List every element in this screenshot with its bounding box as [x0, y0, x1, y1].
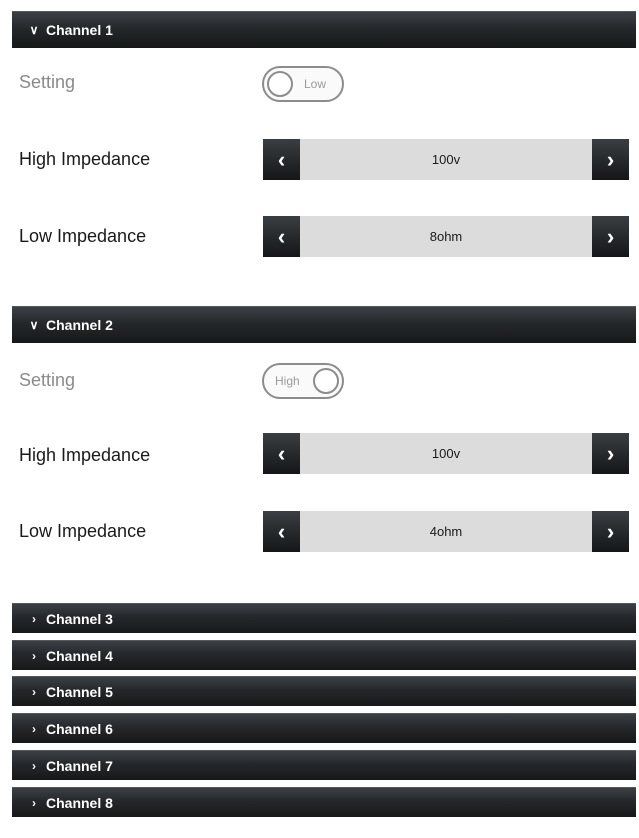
chevron-right-icon: ›: [606, 223, 615, 249]
high-impedance-stepper: ‹ 100v ›: [263, 139, 629, 180]
high-impedance-value: 100v: [431, 446, 461, 461]
chevron-right-icon: ›: [606, 146, 615, 172]
toggle-knob: [313, 368, 339, 394]
chevron-right-icon: ›: [32, 795, 36, 810]
channel-2-header[interactable]: ∨ Channel 2: [12, 306, 636, 343]
low-impedance-label: Low Impedance: [19, 226, 147, 246]
channel-title: Channel 2: [46, 317, 113, 333]
channel-title: Channel 5: [46, 683, 113, 700]
prev-button[interactable]: ‹: [263, 433, 300, 474]
chevron-down-icon: ∨: [29, 23, 39, 37]
channel-title: Channel 6: [46, 720, 113, 737]
low-impedance-stepper: ‹ 4ohm ›: [263, 511, 629, 552]
prev-button[interactable]: ‹: [263, 139, 300, 180]
channel-1-header[interactable]: ∨ Channel 1: [12, 11, 636, 48]
prev-button[interactable]: ‹: [263, 511, 300, 552]
chevron-right-icon: ›: [32, 758, 36, 773]
setting-toggle[interactable]: Low: [262, 66, 344, 102]
low-impedance-value: 4ohm: [429, 524, 463, 539]
channel-title: Channel 4: [46, 647, 113, 664]
chevron-left-icon: ‹: [277, 440, 286, 466]
chevron-left-icon: ‹: [277, 518, 286, 544]
chevron-right-icon: ›: [32, 648, 36, 663]
high-impedance-stepper: ‹ 100v ›: [263, 433, 629, 474]
prev-button[interactable]: ‹: [263, 216, 300, 257]
channel-4-header[interactable]: › Channel 4: [12, 640, 636, 670]
high-impedance-label: High Impedance: [19, 149, 151, 169]
channel-8-header[interactable]: › Channel 8: [12, 787, 636, 817]
chevron-right-icon: ›: [606, 440, 615, 466]
setting-label: Setting: [19, 370, 76, 390]
channel-3-header[interactable]: › Channel 3: [12, 603, 636, 633]
channel-6-header[interactable]: › Channel 6: [12, 713, 636, 743]
high-impedance-label: High Impedance: [19, 445, 151, 465]
toggle-text: Low: [304, 77, 327, 91]
high-impedance-value: 100v: [431, 152, 461, 167]
chevron-down-icon: ∨: [29, 318, 39, 332]
channel-7-header[interactable]: › Channel 7: [12, 750, 636, 780]
channel-title: Channel 7: [46, 757, 113, 774]
chevron-right-icon: ›: [32, 684, 36, 699]
toggle-text: High: [275, 374, 300, 388]
next-button[interactable]: ›: [592, 511, 629, 552]
toggle-knob: [267, 71, 293, 97]
chevron-right-icon: ›: [606, 518, 615, 544]
channel-title: Channel 3: [46, 610, 113, 627]
low-impedance-label: Low Impedance: [19, 521, 147, 541]
chevron-right-icon: ›: [32, 611, 36, 626]
low-impedance-stepper: ‹ 8ohm ›: [263, 216, 629, 257]
chevron-right-icon: ›: [32, 721, 36, 736]
low-impedance-value: 8ohm: [429, 229, 463, 244]
next-button[interactable]: ›: [592, 433, 629, 474]
next-button[interactable]: ›: [592, 216, 629, 257]
channel-5-header[interactable]: › Channel 5: [12, 676, 636, 706]
setting-toggle[interactable]: High: [262, 363, 344, 399]
setting-label: Setting: [19, 72, 76, 92]
chevron-left-icon: ‹: [277, 223, 286, 249]
chevron-left-icon: ‹: [277, 146, 286, 172]
channel-title: Channel 1: [46, 22, 113, 38]
channel-title: Channel 8: [46, 794, 113, 811]
next-button[interactable]: ›: [592, 139, 629, 180]
